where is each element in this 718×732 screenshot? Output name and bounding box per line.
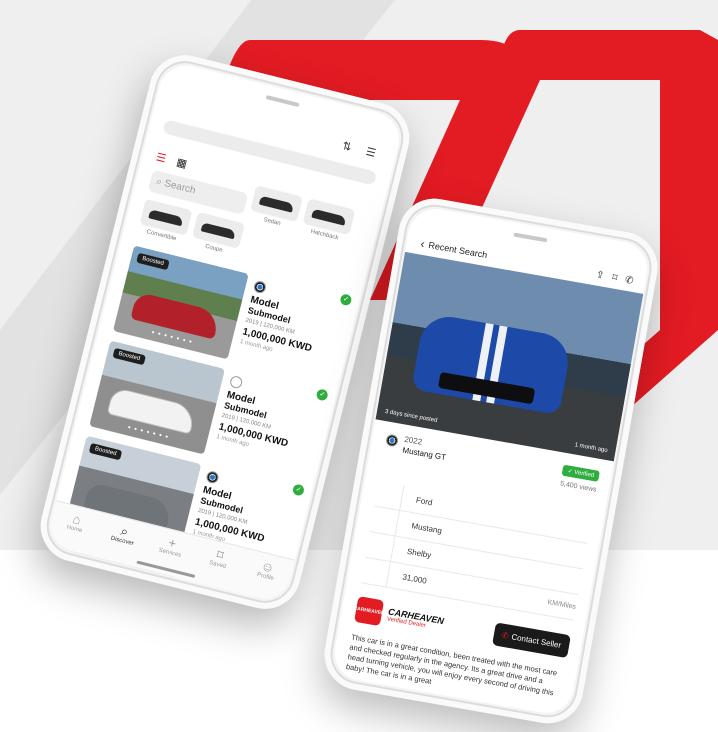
body-type-hatchback[interactable]: Hatchback xyxy=(300,198,356,244)
car-image xyxy=(411,312,573,416)
tab-home[interactable]: ⌂ Home xyxy=(50,508,98,556)
body-type-coupe[interactable]: Coupe xyxy=(190,211,245,258)
hero-caption-left: 3 days since posted xyxy=(384,408,438,424)
boosted-badge: Boosted xyxy=(112,347,146,366)
phone-speaker xyxy=(265,95,300,108)
list-view-icon[interactable]: ☰ xyxy=(155,151,167,165)
hero-photo[interactable]: 3 days since posted 1 month ago xyxy=(375,251,644,462)
sort-filter-icons[interactable]: ⇅ ☰ xyxy=(341,139,383,161)
phone-icon[interactable]: ✆ xyxy=(624,274,634,286)
dealer-logo[interactable]: CARHEAVEN xyxy=(353,596,385,627)
views-count: 5,400 views xyxy=(559,480,598,494)
verified-badge: ✓ Verified xyxy=(561,464,600,482)
spec-icon xyxy=(360,557,392,588)
audi-brand-icon xyxy=(228,374,244,390)
body-type-sedan[interactable]: Sedan xyxy=(248,185,304,231)
contact-seller-button[interactable]: ✆Contact Seller xyxy=(492,621,571,658)
view-toggle[interactable]: ☰ ▦ xyxy=(155,150,189,170)
body-type-convertible[interactable]: Convertible xyxy=(137,198,193,245)
tab-profile[interactable]: ☺ Profile xyxy=(241,556,289,604)
search-placeholder: Search xyxy=(163,178,197,197)
spec-unit: KM/Miles xyxy=(546,599,577,611)
listing-photo[interactable]: Boosted ● ● ● ● ● ● ● xyxy=(112,245,249,360)
phone-icon: ✆ xyxy=(501,630,510,641)
phone-speaker xyxy=(513,232,548,243)
share-icon[interactable]: ⇪ xyxy=(595,269,605,281)
boosted-badge: Boosted xyxy=(88,442,123,461)
grid-view-icon[interactable]: ▦ xyxy=(175,156,188,170)
boosted-badge: Boosted xyxy=(136,252,170,271)
listing-make-model: Mustang GT xyxy=(401,445,447,463)
verified-check-icon: ✓ xyxy=(339,293,353,307)
bookmark-icon[interactable]: ⌑ xyxy=(611,272,618,284)
chevrolet-brand-icon xyxy=(205,470,220,485)
back-chevron-icon[interactable]: ‹ xyxy=(419,237,425,251)
bmw-brand-icon xyxy=(252,279,268,295)
ford-brand-icon xyxy=(385,433,400,448)
dealer-info: CARHEAVEN Verified Dealer xyxy=(386,607,495,642)
hero-caption-right: 1 month ago xyxy=(574,442,609,455)
listing-year: 2022 xyxy=(403,434,423,447)
tab-saved[interactable]: ⌑ Saved xyxy=(193,544,241,592)
